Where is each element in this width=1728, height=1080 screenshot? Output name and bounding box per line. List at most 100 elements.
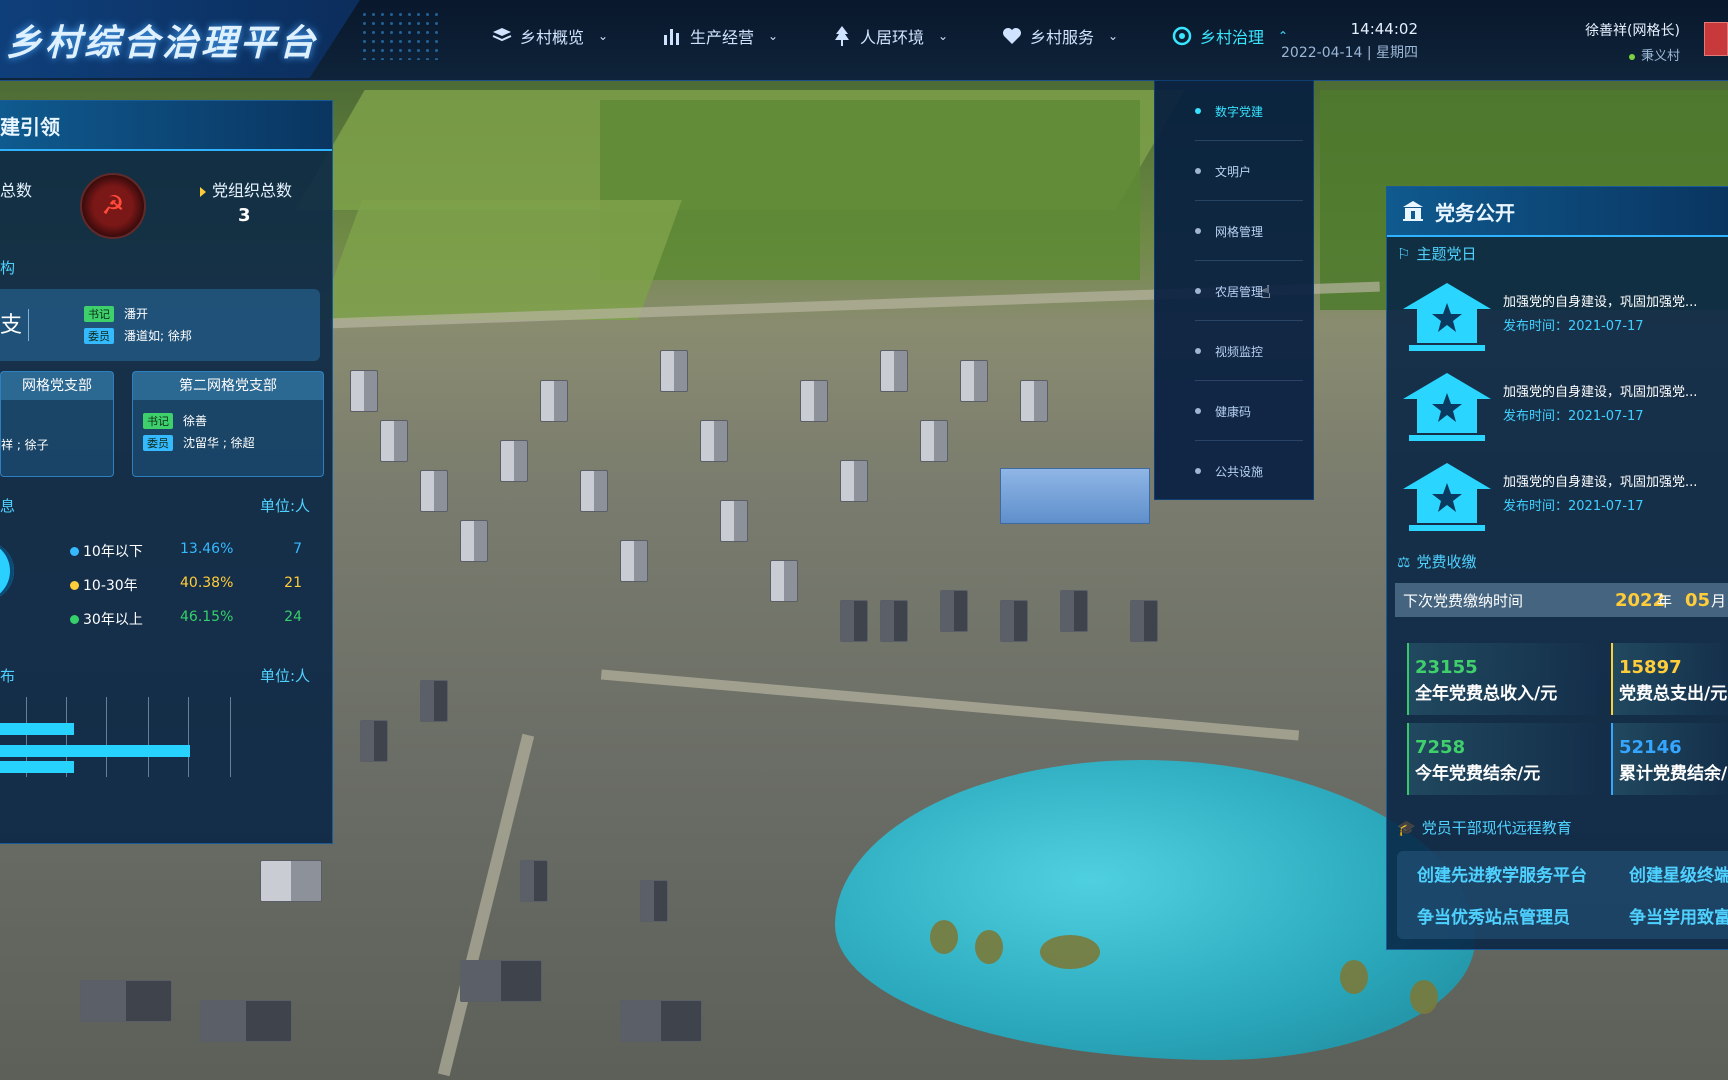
legend-dot [70, 581, 79, 590]
member-total-label: 总数 [0, 181, 33, 200]
building-icon [1401, 199, 1425, 223]
branch-card-2[interactable]: 第二网格党支部 书记 徐善 委员 沈留华 ; 徐超 [132, 371, 324, 477]
secretary-tag: 书记 [143, 412, 173, 429]
nav-services[interactable]: 乡村服务 ⌄ [1002, 24, 1118, 48]
kpi-value: 15897 [1619, 657, 1682, 678]
legend-dot [70, 615, 79, 624]
user-village: 秉义村 [1585, 45, 1680, 64]
unit-label: 单位:人 [260, 497, 311, 515]
fee-icon: ⚖ [1397, 552, 1411, 571]
main-org-card[interactable]: 支 书记 潘开 委员 潘道如; 徐邦 [0, 289, 320, 361]
menu-item-grid-management[interactable]: 网格管理 [1155, 201, 1313, 261]
theme-day-header: ⚐ 主题党日 [1397, 243, 1476, 264]
menu-item-health-code[interactable]: 健康码 [1155, 381, 1313, 441]
edu-label: 党员干部现代远程教育 [1421, 819, 1572, 837]
nav-production[interactable]: 生产经营 ⌄ [662, 24, 778, 48]
legend-row: 10年以下 13.46% 7 [70, 541, 310, 561]
distribution-bar [0, 761, 74, 773]
legend-count: 24 [284, 609, 302, 625]
kpi-value: 52146 [1619, 737, 1682, 758]
news-title: 加强党的自身建设，巩固加强党... [1503, 385, 1698, 400]
branch-members: 祥 ; 徐子 [1, 436, 49, 453]
edu-header: 🎓 党员干部现代远程教育 [1397, 817, 1572, 838]
tree-icon [832, 26, 852, 46]
panel-title: 党务公开 [1435, 200, 1515, 225]
kpi-label: 全年党费总收入/元 [1415, 684, 1558, 704]
user-info[interactable]: 徐善祥(网格长) 秉义村 [1585, 20, 1680, 64]
edu-link[interactable]: 争当优秀站点管理员 [1417, 903, 1570, 928]
menu-item-video-monitoring[interactable]: 视频监控 [1155, 321, 1313, 381]
branch-title: 网格党支部 [1, 372, 113, 400]
flag-icon: ⚐ [1397, 244, 1411, 263]
party-emblem-icon: ☭ [80, 173, 146, 239]
menu-item-public-facilities[interactable]: 公共设施 [1155, 441, 1313, 501]
grid-line [106, 697, 107, 777]
news-item[interactable]: 加强党的自身建设，巩固加强党... 发布时间：2021-07-17 [1399, 279, 1728, 359]
fee-label: 党费收缴 [1416, 553, 1477, 571]
grid-line [230, 697, 231, 777]
kpi-value: 23155 [1415, 657, 1478, 678]
branch-card-1[interactable]: 网格党支部 祥 ; 徐子 [0, 371, 114, 477]
distribution-label: 布 [0, 667, 16, 685]
member-names: 潘道如; 徐邦 [124, 329, 192, 343]
secretary-name: 徐善 [183, 414, 208, 428]
menu-item-civilized-household[interactable]: 文明户 [1155, 141, 1313, 201]
layers-icon [492, 26, 512, 46]
main-members: 委员 潘道如; 徐邦 [84, 327, 192, 344]
party-affairs-panel: 党务公开 ⚐ 主题党日 加强党的自身建设，巩固加强党... 发布时间：2021-… [1386, 186, 1728, 950]
divider [28, 309, 29, 341]
chevron-down-icon: ⌄ [598, 29, 609, 43]
party-house-icon [1403, 463, 1491, 531]
secretary-name: 潘开 [124, 307, 149, 321]
secretary-tag: 书记 [84, 305, 114, 322]
legend-percent: 46.15% [180, 609, 234, 625]
governance-dropdown: 数字党建 文明户 网格管理 农居管理 视频监控 健康码 公共设施 [1154, 80, 1314, 500]
org-total-value: 3 [238, 205, 251, 226]
fee-header: ⚖ 党费收缴 [1397, 551, 1476, 572]
branch-secretary: 书记 徐善 [143, 412, 207, 429]
kpi-value: 7258 [1415, 737, 1466, 758]
avatar[interactable] [1704, 22, 1728, 56]
main-secretary: 书记 潘开 [84, 305, 148, 322]
distribution-bar [0, 723, 74, 735]
legend-percent: 40.38% [180, 575, 234, 591]
edu-link[interactable]: 争当学用致富 [1629, 903, 1728, 928]
next-pay-label: 下次党费缴纳时间 [1403, 591, 1524, 610]
next-pay-month: 05 [1685, 589, 1711, 611]
chevron-down-icon: ⌄ [768, 29, 779, 43]
year-char: 年 [1657, 591, 1673, 610]
datetime: 14:44:02 2022-04-14 | 星期四 [1281, 20, 1418, 62]
news-time: 发布时间：2021-07-17 [1503, 319, 1644, 334]
menu-item-housing-management[interactable]: 农居管理 [1155, 261, 1313, 321]
nav-governance[interactable]: 乡村治理 ⌃ [1172, 24, 1288, 48]
nav-label: 乡村服务 [1030, 28, 1095, 47]
menu-item-digital-party[interactable]: 数字党建 [1155, 81, 1313, 141]
org-total-label: 党组织总数 [200, 177, 292, 201]
member-names: 祥 ; 徐子 [1, 438, 49, 452]
nav-environment[interactable]: 人居环境 ⌄ [832, 24, 948, 48]
edu-link[interactable]: 创建星级终端 [1629, 861, 1728, 886]
kpi-total-income: 23155 全年党费总收入/元 [1407, 643, 1599, 715]
structure-label: 构 [0, 259, 16, 277]
kpi-total-expense: 15897 党费总支出/元 [1611, 643, 1728, 715]
legend-dot [70, 547, 79, 556]
nav-overview[interactable]: 乡村概览 ⌄ [492, 24, 608, 48]
graduation-cap-icon: 🎓 [1397, 818, 1416, 837]
panel-title: 建引领 [0, 114, 60, 139]
lake [835, 760, 1475, 1060]
news-time: 发布时间：2021-07-17 [1503, 499, 1644, 514]
party-age-donut [0, 541, 14, 601]
edu-link[interactable]: 创建先进教学服务平台 [1417, 861, 1587, 886]
news-item[interactable]: 加强党的自身建设，巩固加强党... 发布时间：2021-07-17 [1399, 459, 1728, 539]
news-item[interactable]: 加强党的自身建设，巩固加强党... 发布时间：2021-07-17 [1399, 369, 1728, 449]
heart-icon [1002, 26, 1022, 46]
chevron-down-icon: ⌄ [938, 29, 949, 43]
grid-line [188, 697, 189, 777]
legend-count: 21 [284, 575, 302, 591]
time: 14:44:02 [1350, 20, 1418, 38]
nav-label: 生产经营 [690, 28, 755, 47]
nav-label: 人居环境 [860, 28, 925, 47]
kpi-label: 党费总支出/元 [1619, 684, 1728, 704]
theme-day-label: 主题党日 [1416, 245, 1477, 263]
next-payment-bar: 下次党费缴纳时间 2022 年 05 月 [1395, 583, 1728, 617]
